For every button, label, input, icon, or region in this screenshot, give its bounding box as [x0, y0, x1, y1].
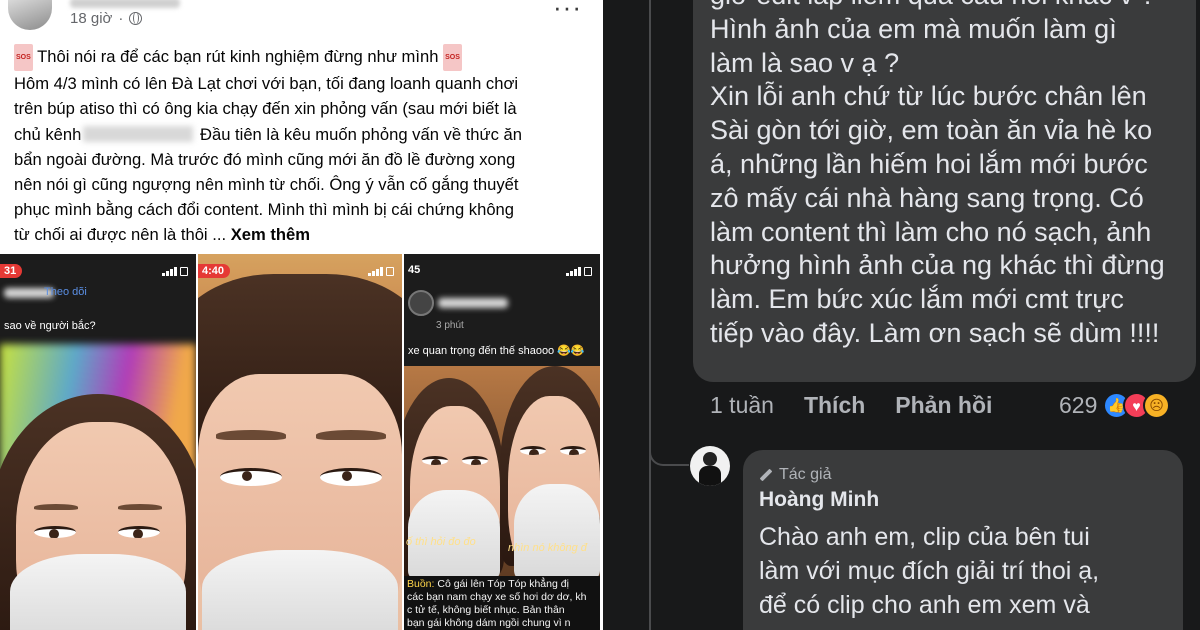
comment-actions: 1 tuần Thích Phản hồi [710, 392, 1022, 419]
video-frame: ố thì hỏi đo đo nhìn nó không đ [404, 366, 600, 578]
subtitle-left: ố thì hỏi đo đo [406, 536, 476, 548]
face-mask [10, 554, 186, 630]
reply-line: làm với mục đích giải trí thoi ạ, [759, 557, 1100, 585]
post-photo-1[interactable]: 31 Theo dõi sao về người bắc? [0, 254, 196, 630]
video-time: 3 phút [436, 320, 464, 331]
status-time: 31 [0, 264, 23, 278]
reaction-icons[interactable]: 👍 ♥ ☹ [1103, 392, 1183, 420]
comment-time[interactable]: 1 tuần [710, 392, 774, 419]
pencil-icon [759, 468, 773, 482]
sad-icon: ☹ [1143, 392, 1170, 419]
author-badge-label: Tác giả [779, 466, 832, 483]
like-button[interactable]: Thích [804, 392, 865, 419]
eye [462, 456, 488, 465]
status-time: 45 [408, 264, 421, 276]
comment-line: làm content thì làm cho nó sạch, ảnh [710, 216, 1152, 247]
comment-line: á, những lần hiếm hoi lắm mới bước [710, 148, 1148, 179]
post-line: nên nói gì cũng ngượng nên mình từ chối.… [14, 175, 519, 195]
comment-line: Xin lỗi anh chứ từ lúc bước chân lên [710, 81, 1147, 112]
news-lead: Buồn: [407, 578, 435, 590]
post-photo-3[interactable]: 45 3 phút xe quan trọng đến thế shaooo 😂… [404, 254, 600, 630]
author-badge: Tác giả [759, 466, 831, 484]
post-line: trên búp atiso thì có ông kia chạy đến x… [14, 99, 517, 119]
follow-link[interactable]: Theo dõi [44, 286, 87, 298]
news-line: c tử tế, không biết nhục. Bản thân [407, 604, 565, 616]
post-line: từ chối ai được nên là thôi ... [14, 225, 227, 245]
eye [220, 468, 282, 486]
phone-status-bar: 31 [0, 264, 196, 280]
post-photos: 31 Theo dõi sao về người bắc? 4:40 45 3 … [0, 254, 600, 630]
comment-line: giờ edit lấp liếm qua câu hỏi khác v ? [710, 0, 1190, 13]
globe-icon [129, 12, 143, 25]
facebook-post: 18 giờ · ··· SOS Thôi nói ra để các bạn … [0, 0, 600, 630]
sos-emoji-icon: SOS [14, 44, 33, 72]
post-line: phục mình bằng cách đổi content. Mình th… [14, 200, 515, 220]
comment-line: làm là sao v ạ ? [710, 47, 900, 78]
signal-battery-icon [368, 267, 394, 276]
phone-status-bar: 45 [404, 264, 600, 280]
comment-line: hưởng hình ảnh của ng khác thì đừng [710, 250, 1165, 281]
video-caption: sao về người bắc? [4, 320, 96, 332]
post-line: bẩn ngoài đường. Mà trước đó mình cũng m… [14, 149, 516, 169]
news-line: Cô gái lên Tóp Tóp khẳng đị [434, 578, 569, 590]
comment-text: giờ edit lấp liếm qua câu hỏi khác v ? H… [710, 0, 1190, 351]
post-line: Thôi nói ra để các bạn rút kinh nghiệm đ… [37, 47, 439, 66]
reply-line: Chào anh em, clip của bên tui [759, 523, 1090, 551]
sos-emoji-icon: SOS [443, 44, 462, 72]
eyebrow [316, 430, 386, 440]
post-line: Đầu tiên là kêu muốn phỏng vấn về thức ă… [199, 124, 522, 144]
author-avatar[interactable] [690, 446, 730, 486]
face-mask [408, 490, 500, 578]
poster-avatar[interactable] [8, 0, 52, 30]
see-more-link[interactable]: Xem thêm [231, 225, 310, 244]
eye [422, 456, 448, 465]
news-line: bạn gái không dám ngồi chung vì n [407, 617, 571, 629]
post-photo-2[interactable]: 4:40 [198, 254, 402, 630]
signal-battery-icon [566, 267, 592, 276]
reply-author-name[interactable]: Hoàng Minh [759, 488, 879, 512]
post-text: SOS Thôi nói ra để các bạn rút kinh nghi… [14, 44, 599, 248]
reply-button[interactable]: Phản hồi [895, 392, 992, 419]
thread-line [649, 0, 651, 630]
reaction-count[interactable]: 629 [1059, 392, 1097, 419]
post-time[interactable]: 18 giờ [70, 10, 112, 27]
more-options-icon[interactable]: ··· [553, 0, 582, 20]
reply-text: Chào anh em, clip của bên tui làm với mụ… [759, 520, 1099, 622]
reply-line: để có clip cho anh em xem và [759, 591, 1090, 619]
username-blurred [438, 298, 508, 308]
eye [34, 526, 76, 538]
thread-connector [649, 432, 689, 466]
post-line: chủ kênh [14, 124, 82, 144]
post-meta: 18 giờ · [70, 10, 143, 27]
comments-panel: giờ edit lấp liếm qua câu hỏi khác v ? H… [603, 0, 1200, 630]
poster-name-blurred [70, 0, 180, 8]
eye [118, 526, 160, 538]
comment-line: Hình ảnh của em mà muốn làm gì [710, 13, 1117, 44]
channel-avatar[interactable] [408, 290, 434, 316]
status-time: 4:40 [198, 264, 231, 278]
eyebrow [216, 430, 286, 440]
signal-battery-icon [162, 267, 188, 276]
eye [320, 468, 382, 486]
eyebrow [34, 504, 78, 510]
eye [560, 446, 586, 455]
eyebrow [118, 504, 162, 510]
news-caption: Buồn: Cô gái lên Tóp Tóp khẳng đị các bạ… [404, 576, 600, 630]
post-line: Hôm 4/3 mình có lên Đà Lạt chơi với bạn,… [14, 74, 519, 94]
comment-line: làm. Em bức xúc lắm mới cmt trực [710, 284, 1124, 315]
face-mask [514, 484, 600, 578]
subtitle-right: nhìn nó không đ [508, 542, 587, 554]
follow-label-row: Theo dõi [4, 286, 87, 298]
comment-line: Sài gòn tới giờ, em toàn ăn vỉa hè ko [710, 115, 1153, 146]
video-caption: xe quan trọng đến thế shaooo 😂😂 [408, 345, 585, 357]
face-mask [202, 550, 398, 630]
channel-name-blurred [83, 125, 194, 142]
news-line: các bạn nam chạy xe số hơi dơ dơ, kh [407, 591, 587, 603]
comment-line: tiếp vào đây. Làm ơn sạch sẽ dùm !!!! [710, 317, 1160, 348]
comment-line: zô mấy cái nhà hàng sang trọng. Có [710, 182, 1144, 213]
eye [520, 446, 546, 455]
